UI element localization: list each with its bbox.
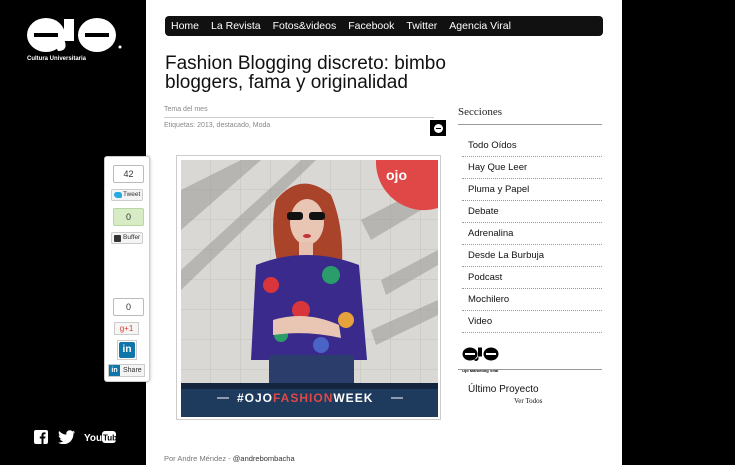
twitter-bird-icon bbox=[114, 192, 122, 198]
page-root: Cultura Universitaria You Tube Home La R… bbox=[0, 0, 735, 465]
author-handle[interactable]: @andrebombacha bbox=[233, 454, 295, 463]
section-item-video[interactable]: Video bbox=[462, 311, 602, 333]
banner-suffix: WEEK bbox=[333, 391, 373, 405]
article-image-frame: ojo #OJOFASHIONWEEK bbox=[176, 155, 441, 420]
sections-list: Todo Oídos Hay Que Leer Pluma y Papel De… bbox=[462, 135, 602, 333]
nav-agencia-viral[interactable]: Agencia Viral bbox=[449, 20, 511, 32]
sections-divider bbox=[458, 124, 602, 125]
gplus-button[interactable]: g+1 bbox=[114, 322, 139, 335]
gplus-count: 0 bbox=[113, 298, 144, 316]
section-item-pluma-y-papel[interactable]: Pluma y Papel bbox=[462, 179, 602, 201]
linkedin-icon[interactable]: in bbox=[117, 340, 137, 360]
comment-button[interactable] bbox=[430, 120, 446, 136]
section-item-debate[interactable]: Debate bbox=[462, 201, 602, 223]
buffer-label: Buffer bbox=[123, 234, 141, 241]
facebook-icon[interactable] bbox=[34, 430, 48, 444]
svg-text:Tube: Tube bbox=[103, 434, 116, 443]
logo-tagline: Cultura Universitaria bbox=[27, 56, 87, 62]
buffer-button[interactable]: Buffer bbox=[111, 232, 144, 244]
sections-title: Secciones bbox=[458, 106, 502, 118]
section-item-adrenalina[interactable]: Adrenalina bbox=[462, 223, 602, 245]
article-author: Por Andre Méndez - @andrebombacha bbox=[164, 454, 295, 463]
latest-project-title: Último Proyecto bbox=[468, 384, 539, 395]
article-category[interactable]: Tema del mes bbox=[164, 106, 208, 113]
project-divider bbox=[458, 369, 602, 370]
svg-text:You: You bbox=[84, 433, 102, 444]
article-title: Fashion Blogging discreto: bimbo blogger… bbox=[165, 53, 446, 93]
tweet-label: Tweet bbox=[123, 191, 141, 198]
nav-la-revista[interactable]: La Revista bbox=[211, 20, 261, 32]
twitter-icon[interactable] bbox=[58, 430, 76, 444]
tags-label: Etiquetas: bbox=[164, 122, 196, 129]
section-item-podcast[interactable]: Podcast bbox=[462, 267, 602, 289]
nav-home[interactable]: Home bbox=[171, 20, 199, 32]
linkedin-small-icon: in bbox=[109, 365, 120, 376]
article-photo[interactable]: ojo #OJOFASHIONWEEK bbox=[181, 160, 438, 417]
nav-fotos-videos[interactable]: Fotos&videos bbox=[273, 20, 337, 32]
buffer-count: 0 bbox=[113, 208, 144, 226]
tweet-button[interactable]: Tweet bbox=[111, 189, 144, 201]
linkedin-logo-glyph: in bbox=[119, 342, 135, 358]
main-nav: Home La Revista Fotos&videos Facebook Tw… bbox=[165, 16, 603, 36]
content-page: Home La Revista Fotos&videos Facebook Tw… bbox=[146, 0, 622, 465]
section-item-todo-oidos[interactable]: Todo Oídos bbox=[462, 135, 602, 157]
svg-text:#OJOFASHIONWEEK: #OJOFASHIONWEEK bbox=[237, 391, 373, 405]
svg-text:ojo: ojo bbox=[386, 167, 407, 183]
buffer-icon bbox=[114, 234, 121, 242]
banner-highlight: FASHION bbox=[273, 391, 333, 405]
section-item-hay-que-leer[interactable]: Hay Que Leer bbox=[462, 157, 602, 179]
share-widget: 42 Tweet 0 Buffer 0 g+1 in in Share bbox=[104, 156, 150, 382]
tweet-count: 42 bbox=[113, 165, 144, 183]
section-item-desde-la-burbuja[interactable]: Desde La Burbuja bbox=[462, 245, 602, 267]
section-item-mochilero[interactable]: Mochilero bbox=[462, 289, 602, 311]
youtube-icon[interactable]: You Tube bbox=[84, 430, 116, 444]
banner-prefix: #OJO bbox=[237, 391, 273, 405]
nav-facebook[interactable]: Facebook bbox=[348, 20, 394, 32]
nav-twitter[interactable]: Twitter bbox=[406, 20, 437, 32]
tags-list[interactable]: 2013, destacado, Moda bbox=[197, 122, 270, 129]
meta-divider bbox=[164, 117, 434, 118]
linkedin-share-label: Share bbox=[123, 367, 142, 374]
article-tags: Etiquetas: 2013, destacado, Moda bbox=[164, 122, 270, 129]
comment-icon bbox=[433, 123, 443, 133]
author-name: Por Andre Méndez - bbox=[164, 454, 231, 463]
fashion-photo-illustration: ojo #OJOFASHIONWEEK bbox=[181, 160, 438, 417]
see-all-link[interactable]: Ver Todos bbox=[514, 397, 542, 405]
linkedin-share-button[interactable]: in Share bbox=[108, 364, 145, 377]
